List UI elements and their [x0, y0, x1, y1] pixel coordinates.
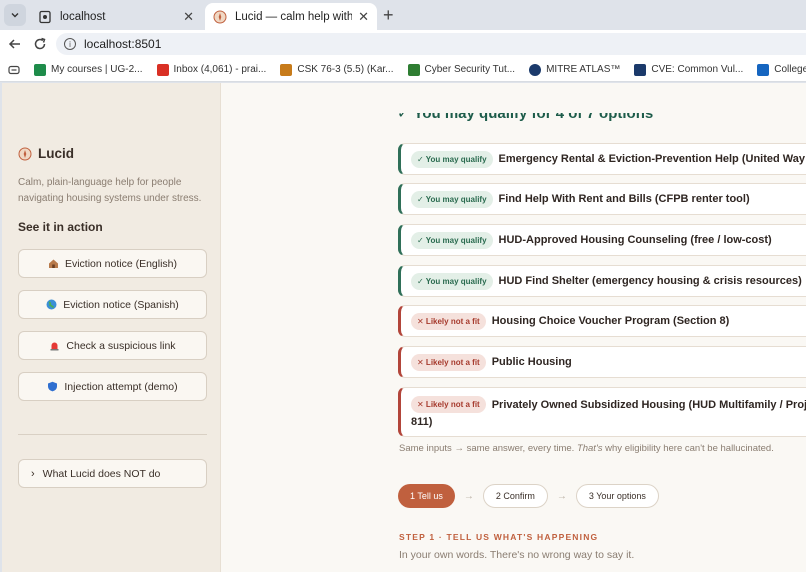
tab-title: localhost [60, 10, 106, 23]
step-hint: In your own words. There's no wrong way … [399, 549, 635, 561]
qualify-badge: ✓ You may qualify [411, 150, 493, 168]
results-heading: ✓ You may qualify for 4 of 7 options [397, 113, 654, 122]
siren-icon [50, 342, 59, 351]
option-card: ✕ Likely not a fit Privately Owned Subsi… [398, 387, 806, 437]
what-lucid-does-not-do-expander[interactable]: › What Lucid does NOT do [18, 459, 207, 488]
back-button[interactable] [5, 34, 25, 54]
brand-name: Lucid [38, 146, 74, 161]
bookmark-item[interactable]: MITRE ATLAS™ [529, 63, 620, 76]
option-card: ✓ You may qualify Find Help With Rent an… [398, 183, 806, 215]
step-confirm[interactable]: 2 Confirm [482, 484, 548, 508]
demo-injection-attempt-button[interactable]: Injection attempt (demo) [18, 372, 207, 401]
browser-tab-localhost[interactable]: localhost ✕ [30, 3, 202, 30]
gmail-icon [156, 63, 169, 76]
bookmark-favicon-icon [634, 63, 647, 76]
option-card: ✕ Likely not a fit Public Housing [398, 346, 806, 378]
option-title: HUD Find Shelter (emergency housing & cr… [498, 275, 802, 287]
bookmark-item[interactable]: Cyber Security Tut... [407, 63, 515, 76]
sidebar-divider [18, 434, 207, 435]
option-card: ✓ You may qualify HUD Find Shelter (emer… [398, 265, 806, 297]
see-it-in-action-heading: See it in action [18, 220, 103, 234]
main-content: ✓ You may qualify for 4 of 7 options ✓ Y… [221, 83, 806, 572]
tab-title: Lucid — calm help with housing [235, 10, 353, 23]
option-title: Privately Owned Subsidized Housing (HUD … [491, 398, 806, 411]
arrow-left-icon [8, 39, 20, 49]
qualify-badge: ✓ You may qualify [411, 231, 493, 249]
bookmark-item[interactable]: College CGPA Pred... [757, 63, 806, 76]
bookmark-item[interactable]: My courses | UG-2... [34, 63, 143, 76]
tagline: Calm, plain-language help for people nav… [18, 177, 202, 204]
new-tab-button[interactable]: + [383, 5, 394, 25]
option-title: Emergency Rental & Eviction-Prevention H… [498, 153, 806, 165]
option-title-continued: 811) [411, 416, 433, 428]
browser-toolbar: i localhost:8501 [0, 30, 806, 58]
browser-tabstrip: localhost ✕ Lucid — calm help with housi… [0, 0, 806, 30]
bookmark-manager-icon[interactable] [8, 64, 20, 76]
step-your-options[interactable]: 3 Your options [575, 484, 659, 508]
bookmark-favicon-icon [757, 63, 770, 76]
option-title: Housing Choice Voucher Program (Section … [491, 315, 730, 327]
sidebar: Lucid Calm, plain-language help for peop… [2, 83, 221, 572]
shield-icon [48, 381, 58, 392]
step-tell-us[interactable]: 1 Tell us [398, 484, 455, 508]
option-card: ✓ You may qualify Emergency Rental & Evi… [398, 143, 806, 175]
arrow-right-icon: → [556, 490, 567, 502]
tab-search-button[interactable] [4, 4, 26, 26]
demo-suspicious-link-button[interactable]: Check a suspicious link [18, 331, 207, 360]
option-title: Public Housing [491, 356, 572, 368]
step-label: STEP 1 · TELL US WHAT'S HAPPENING [399, 532, 599, 542]
page-icon [39, 10, 51, 23]
bookmark-favicon-icon [407, 63, 420, 76]
browser-tab-lucid[interactable]: Lucid — calm help with housing ✕ [205, 3, 377, 30]
option-row: ✕ Likely not a fit Privately Owned Subsi… [411, 396, 806, 413]
not-fit-badge: ✕ Likely not a fit [411, 312, 486, 330]
not-fit-badge: ✕ Likely not a fit [411, 353, 486, 371]
bookmark-item[interactable]: CSK 76-3 (5.5) (Kar... [280, 63, 394, 76]
determinism-footnote: Same inputs → same answer, every time. T… [399, 443, 774, 454]
close-icon[interactable]: ✕ [358, 9, 369, 25]
option-title: Find Help With Rent and Bills (CFPB rent… [498, 193, 750, 205]
arrow-right-icon: → [463, 490, 474, 502]
close-icon[interactable]: ✕ [183, 9, 194, 25]
app-page: Lucid Calm, plain-language help for peop… [2, 83, 806, 572]
option-card: ✓ You may qualify HUD-Approved Housing C… [398, 224, 806, 256]
url-text: localhost:8501 [84, 37, 162, 51]
compass-icon [18, 147, 32, 160]
address-bar[interactable]: i localhost:8501 [56, 33, 806, 55]
chevron-right-icon: › [31, 467, 35, 480]
bookmarks-bar: My courses | UG-2... Inbox (4,061) - pra… [0, 58, 806, 82]
qualify-badge: ✓ You may qualify [411, 190, 493, 208]
step-indicator: 1 Tell us → 2 Confirm → 3 Your options [398, 484, 659, 508]
demo-eviction-spanish-button[interactable]: Eviction notice (Spanish) [18, 290, 207, 319]
bookmark-favicon-icon [34, 63, 46, 76]
reload-button[interactable] [30, 34, 50, 54]
bookmark-item[interactable]: Inbox (4,061) - prai... [156, 63, 266, 76]
demo-eviction-english-button[interactable]: Eviction notice (English) [18, 249, 207, 278]
qualify-badge: ✓ You may qualify [411, 272, 493, 290]
info-icon[interactable]: i [64, 38, 76, 50]
brand: Lucid [18, 146, 74, 161]
bookmark-favicon-icon [280, 63, 293, 76]
option-title: HUD-Approved Housing Counseling (free / … [498, 234, 772, 246]
reload-icon [34, 37, 46, 50]
bookmark-favicon-icon [529, 63, 542, 76]
globe-icon [46, 299, 57, 310]
option-card: ✕ Likely not a fit Housing Choice Vouche… [398, 305, 806, 337]
not-fit-badge: ✕ Likely not a fit [411, 396, 486, 413]
house-icon [48, 259, 58, 268]
chevron-down-icon [11, 13, 19, 18]
bookmark-item[interactable]: CVE: Common Vul... [634, 63, 743, 76]
compass-icon [213, 10, 227, 23]
